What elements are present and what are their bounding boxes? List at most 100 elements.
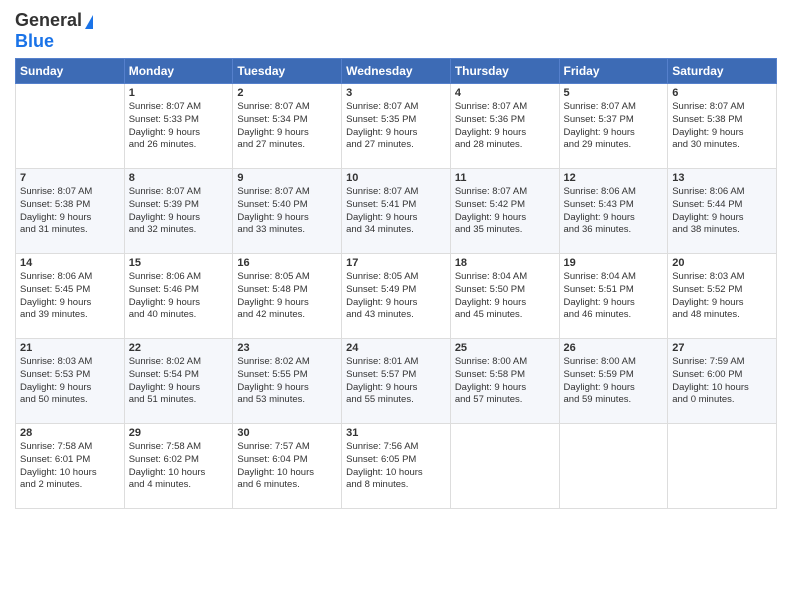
day-number: 19 xyxy=(564,257,664,269)
weekday-header-wednesday: Wednesday xyxy=(342,59,451,84)
weekday-header-friday: Friday xyxy=(559,59,668,84)
calendar-week-3: 21Sunrise: 8:03 AM Sunset: 5:53 PM Dayli… xyxy=(16,339,777,424)
day-number: 7 xyxy=(20,172,120,184)
calendar-cell: 11 Sunrise: 8:07 AM Sunset: 5:42 PM Dayli… xyxy=(450,169,559,254)
day-number: 18 xyxy=(455,257,555,269)
day-info: Sunrise: 8:01 AM Sunset: 5:57 PM Dayligh… xyxy=(346,356,446,407)
calendar-cell: 22Sunrise: 8:02 AM Sunset: 5:54 PM Dayli… xyxy=(124,339,233,424)
day-info: Sunrise: 8:07 AM Sunset: 5:38 PM Dayligh… xyxy=(20,186,120,237)
calendar-week-1: 7 Sunrise: 8:07 AM Sunset: 5:38 PM Daylig… xyxy=(16,169,777,254)
day-number: 10 xyxy=(346,172,446,184)
day-info: Sunrise: 8:02 AM Sunset: 5:55 PM Dayligh… xyxy=(237,356,337,407)
calendar-cell: 21Sunrise: 8:03 AM Sunset: 5:53 PM Dayli… xyxy=(16,339,125,424)
calendar-cell: 25 Sunrise: 8:00 AM Sunset: 5:58 PM Dayli… xyxy=(450,339,559,424)
page-container: General Blue SundayMondayTuesdayWednesda… xyxy=(0,0,792,514)
day-info: Sunrise: 8:03 AM Sunset: 5:53 PM Dayligh… xyxy=(20,356,120,407)
calendar-cell: 7 Sunrise: 8:07 AM Sunset: 5:38 PM Daylig… xyxy=(16,169,125,254)
weekday-header-thursday: Thursday xyxy=(450,59,559,84)
day-number: 5 xyxy=(564,87,664,99)
day-info: Sunrise: 8:07 AM Sunset: 5:42 PM Dayligh… xyxy=(455,186,555,237)
calendar-week-2: 14 Sunrise: 8:06 AM Sunset: 5:45 PM Dayli… xyxy=(16,254,777,339)
calendar-cell: 19 Sunrise: 8:04 AM Sunset: 5:51 PM Dayli… xyxy=(559,254,668,339)
day-number: 2 xyxy=(237,87,337,99)
day-info: Sunrise: 8:06 AM Sunset: 5:44 PM Dayligh… xyxy=(672,186,772,237)
day-number: 6 xyxy=(672,87,772,99)
day-info: Sunrise: 8:05 AM Sunset: 5:48 PM Dayligh… xyxy=(237,271,337,322)
day-number: 16 xyxy=(237,257,337,269)
day-info: Sunrise: 8:06 AM Sunset: 5:45 PM Dayligh… xyxy=(20,271,120,322)
day-info: Sunrise: 8:07 AM Sunset: 5:33 PM Dayligh… xyxy=(129,101,229,152)
day-number: 1 xyxy=(129,87,229,99)
day-number: 13 xyxy=(672,172,772,184)
day-number: 17 xyxy=(346,257,446,269)
weekday-header-saturday: Saturday xyxy=(668,59,777,84)
calendar-cell: 1 Sunrise: 8:07 AM Sunset: 5:33 PM Daylig… xyxy=(124,84,233,169)
calendar-cell: 23 Sunrise: 8:02 AM Sunset: 5:55 PM Dayli… xyxy=(233,339,342,424)
day-info: Sunrise: 8:04 AM Sunset: 5:50 PM Dayligh… xyxy=(455,271,555,322)
calendar-cell: 16 Sunrise: 8:05 AM Sunset: 5:48 PM Dayli… xyxy=(233,254,342,339)
day-info: Sunrise: 7:58 AM Sunset: 6:02 PM Dayligh… xyxy=(129,441,229,492)
day-info: Sunrise: 8:07 AM Sunset: 5:37 PM Dayligh… xyxy=(564,101,664,152)
day-info: Sunrise: 7:57 AM Sunset: 6:04 PM Dayligh… xyxy=(237,441,337,492)
day-info: Sunrise: 8:06 AM Sunset: 5:46 PM Dayligh… xyxy=(129,271,229,322)
day-number: 23 xyxy=(237,342,337,354)
logo-arrow-icon xyxy=(85,15,93,29)
calendar-cell: 17 Sunrise: 8:05 AM Sunset: 5:49 PM Dayli… xyxy=(342,254,451,339)
calendar-cell: 24Sunrise: 8:01 AM Sunset: 5:57 PM Dayli… xyxy=(342,339,451,424)
calendar-cell xyxy=(668,424,777,509)
calendar-cell xyxy=(16,84,125,169)
calendar-cell: 8 Sunrise: 8:07 AM Sunset: 5:39 PM Daylig… xyxy=(124,169,233,254)
day-number: 30 xyxy=(237,427,337,439)
header-row: SundayMondayTuesdayWednesdayThursdayFrid… xyxy=(16,59,777,84)
calendar-cell: 27Sunrise: 7:59 AM Sunset: 6:00 PM Dayli… xyxy=(668,339,777,424)
day-number: 3 xyxy=(346,87,446,99)
day-info: Sunrise: 8:05 AM Sunset: 5:49 PM Dayligh… xyxy=(346,271,446,322)
weekday-header-tuesday: Tuesday xyxy=(233,59,342,84)
day-number: 25 xyxy=(455,342,555,354)
calendar-cell: 28 Sunrise: 7:58 AM Sunset: 6:01 PM Dayli… xyxy=(16,424,125,509)
logo-blue-text: Blue xyxy=(15,31,54,52)
calendar-cell: 6 Sunrise: 8:07 AM Sunset: 5:38 PM Daylig… xyxy=(668,84,777,169)
day-number: 15 xyxy=(129,257,229,269)
day-number: 11 xyxy=(455,172,555,184)
day-number: 28 xyxy=(20,427,120,439)
day-number: 4 xyxy=(455,87,555,99)
day-info: Sunrise: 8:07 AM Sunset: 5:39 PM Dayligh… xyxy=(129,186,229,237)
day-number: 27 xyxy=(672,342,772,354)
calendar-cell: 2 Sunrise: 8:07 AM Sunset: 5:34 PM Daylig… xyxy=(233,84,342,169)
day-info: Sunrise: 8:07 AM Sunset: 5:38 PM Dayligh… xyxy=(672,101,772,152)
day-number: 14 xyxy=(20,257,120,269)
day-info: Sunrise: 8:00 AM Sunset: 5:58 PM Dayligh… xyxy=(455,356,555,407)
weekday-header-monday: Monday xyxy=(124,59,233,84)
calendar-cell: 29Sunrise: 7:58 AM Sunset: 6:02 PM Dayli… xyxy=(124,424,233,509)
calendar-cell: 9 Sunrise: 8:07 AM Sunset: 5:40 PM Daylig… xyxy=(233,169,342,254)
day-info: Sunrise: 7:56 AM Sunset: 6:05 PM Dayligh… xyxy=(346,441,446,492)
calendar-cell: 5 Sunrise: 8:07 AM Sunset: 5:37 PM Daylig… xyxy=(559,84,668,169)
day-number: 8 xyxy=(129,172,229,184)
calendar-cell: 12 Sunrise: 8:06 AM Sunset: 5:43 PM Dayli… xyxy=(559,169,668,254)
calendar-cell xyxy=(559,424,668,509)
day-number: 20 xyxy=(672,257,772,269)
day-info: Sunrise: 7:58 AM Sunset: 6:01 PM Dayligh… xyxy=(20,441,120,492)
calendar-cell: 15 Sunrise: 8:06 AM Sunset: 5:46 PM Dayli… xyxy=(124,254,233,339)
day-info: Sunrise: 8:07 AM Sunset: 5:34 PM Dayligh… xyxy=(237,101,337,152)
day-info: Sunrise: 8:07 AM Sunset: 5:35 PM Dayligh… xyxy=(346,101,446,152)
calendar-cell: 30 Sunrise: 7:57 AM Sunset: 6:04 PM Dayli… xyxy=(233,424,342,509)
calendar-cell: 4Sunrise: 8:07 AM Sunset: 5:36 PM Daylig… xyxy=(450,84,559,169)
calendar-week-0: 1 Sunrise: 8:07 AM Sunset: 5:33 PM Daylig… xyxy=(16,84,777,169)
calendar-table: SundayMondayTuesdayWednesdayThursdayFrid… xyxy=(15,58,777,509)
day-number: 12 xyxy=(564,172,664,184)
day-info: Sunrise: 8:06 AM Sunset: 5:43 PM Dayligh… xyxy=(564,186,664,237)
calendar-cell: 10Sunrise: 8:07 AM Sunset: 5:41 PM Dayli… xyxy=(342,169,451,254)
day-number: 9 xyxy=(237,172,337,184)
weekday-header-sunday: Sunday xyxy=(16,59,125,84)
calendar-cell: 13 Sunrise: 8:06 AM Sunset: 5:44 PM Dayli… xyxy=(668,169,777,254)
logo: General Blue xyxy=(15,10,93,52)
calendar-cell xyxy=(450,424,559,509)
day-info: Sunrise: 8:04 AM Sunset: 5:51 PM Dayligh… xyxy=(564,271,664,322)
day-info: Sunrise: 8:02 AM Sunset: 5:54 PM Dayligh… xyxy=(129,356,229,407)
day-number: 26 xyxy=(564,342,664,354)
day-info: Sunrise: 8:07 AM Sunset: 5:40 PM Dayligh… xyxy=(237,186,337,237)
calendar-cell: 14 Sunrise: 8:06 AM Sunset: 5:45 PM Dayli… xyxy=(16,254,125,339)
header: General Blue xyxy=(15,10,777,52)
